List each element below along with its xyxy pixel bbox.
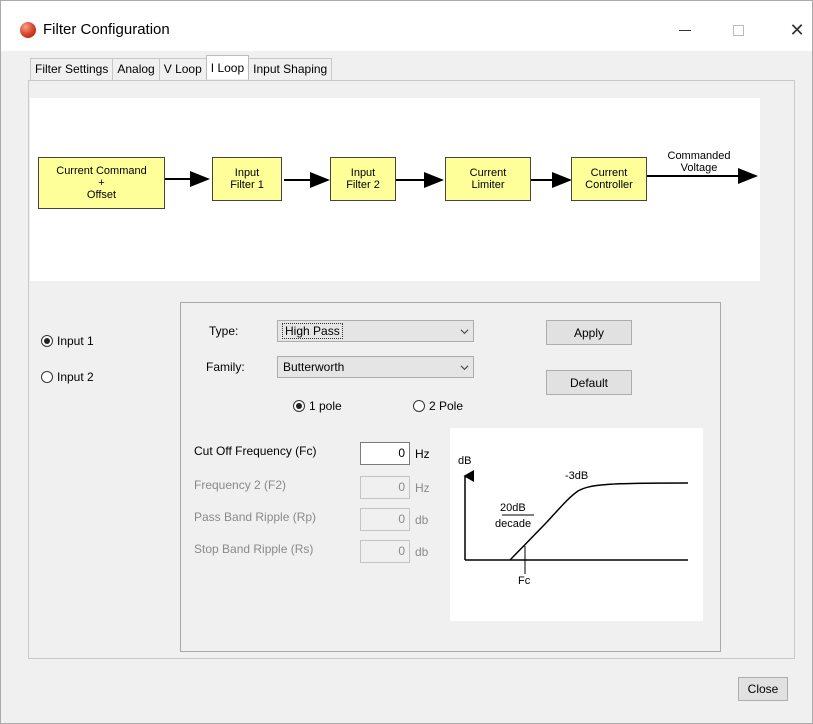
close-button[interactable]: Close bbox=[738, 677, 788, 701]
frequency-2-unit: Hz bbox=[415, 481, 430, 495]
filter-configuration-window: Filter Configuration ✕ Filter Settings A… bbox=[0, 0, 813, 724]
tab-analog[interactable]: Analog bbox=[112, 58, 160, 80]
frequency-2-label: Frequency 2 (F2) bbox=[194, 478, 287, 492]
slope-numerator: 20dB bbox=[500, 502, 526, 514]
fc-label: Fc bbox=[518, 575, 531, 587]
family-label: Family: bbox=[206, 360, 245, 374]
y-axis-label: dB bbox=[458, 455, 471, 467]
cutoff-frequency-unit: Hz bbox=[415, 447, 430, 461]
radio-indicator bbox=[41, 371, 53, 383]
default-button[interactable]: Default bbox=[546, 370, 632, 395]
cutoff-frequency-label: Cut Off Frequency (Fc) bbox=[194, 444, 317, 458]
type-select[interactable]: High Pass bbox=[277, 320, 474, 342]
tab-input-shaping[interactable]: Input Shaping bbox=[248, 58, 333, 80]
input-2-radio[interactable]: Input 2 bbox=[41, 370, 94, 384]
block-input-filter-2: Input Filter 2 bbox=[330, 157, 396, 201]
frequency-2-input[interactable]: 0 bbox=[360, 476, 410, 499]
minimize-button[interactable] bbox=[670, 15, 700, 45]
response-curve bbox=[509, 482, 689, 561]
pass-band-ripple-label: Pass Band Ripple (Rp) bbox=[194, 510, 317, 524]
one-pole-radio[interactable]: 1 pole bbox=[293, 399, 342, 413]
family-select[interactable]: Butterworth bbox=[277, 356, 474, 378]
stop-band-ripple-label: Stop Band Ripple (Rs) bbox=[194, 542, 314, 556]
two-pole-radio[interactable]: 2 Pole bbox=[413, 399, 463, 413]
radio-indicator bbox=[293, 400, 305, 412]
window-title: Filter Configuration bbox=[43, 21, 170, 38]
block-input-filter-1: Input Filter 1 bbox=[212, 157, 282, 201]
block-current-command: Current Command + Offset bbox=[38, 157, 165, 209]
radio-indicator bbox=[41, 335, 53, 347]
tab-strip: Filter Settings Analog V Loop I Loop Inp… bbox=[30, 55, 333, 80]
stop-band-ripple-input[interactable]: 0 bbox=[360, 540, 410, 563]
block-current-controller: Current Controller bbox=[571, 157, 647, 201]
corner-label: -3dB bbox=[565, 470, 588, 482]
chevron-down-icon bbox=[460, 329, 469, 335]
input-1-radio[interactable]: Input 1 bbox=[41, 334, 94, 348]
close-window-button[interactable]: ✕ bbox=[782, 15, 812, 45]
pass-band-ripple-unit: db bbox=[415, 513, 429, 527]
output-label: Commanded Voltage bbox=[667, 150, 731, 174]
maximize-button[interactable] bbox=[723, 15, 753, 45]
apply-button[interactable]: Apply bbox=[546, 320, 632, 345]
block-current-limiter: Current Limiter bbox=[445, 157, 531, 201]
title-bar: Filter Configuration ✕ bbox=[1, 1, 812, 51]
block-diagram: Current Command + Offset Input Filter 1 … bbox=[30, 98, 760, 281]
stop-band-ripple-unit: db bbox=[415, 545, 429, 559]
tab-v-loop[interactable]: V Loop bbox=[158, 58, 207, 80]
chevron-down-icon bbox=[460, 365, 469, 371]
slope-denominator: decade bbox=[495, 518, 531, 530]
tab-filter-settings[interactable]: Filter Settings bbox=[30, 58, 114, 80]
pass-band-ripple-input[interactable]: 0 bbox=[360, 508, 410, 531]
type-label: Type: bbox=[209, 324, 239, 338]
tab-i-loop[interactable]: I Loop bbox=[205, 55, 250, 79]
frequency-response-graphic: dB -3dB 20dB decade Fc bbox=[450, 428, 703, 621]
radio-indicator bbox=[413, 400, 425, 412]
app-icon bbox=[20, 22, 36, 38]
response-sketch: dB -3dB 20dB decade Fc bbox=[458, 455, 689, 587]
cutoff-frequency-input[interactable]: 0 bbox=[360, 442, 410, 465]
